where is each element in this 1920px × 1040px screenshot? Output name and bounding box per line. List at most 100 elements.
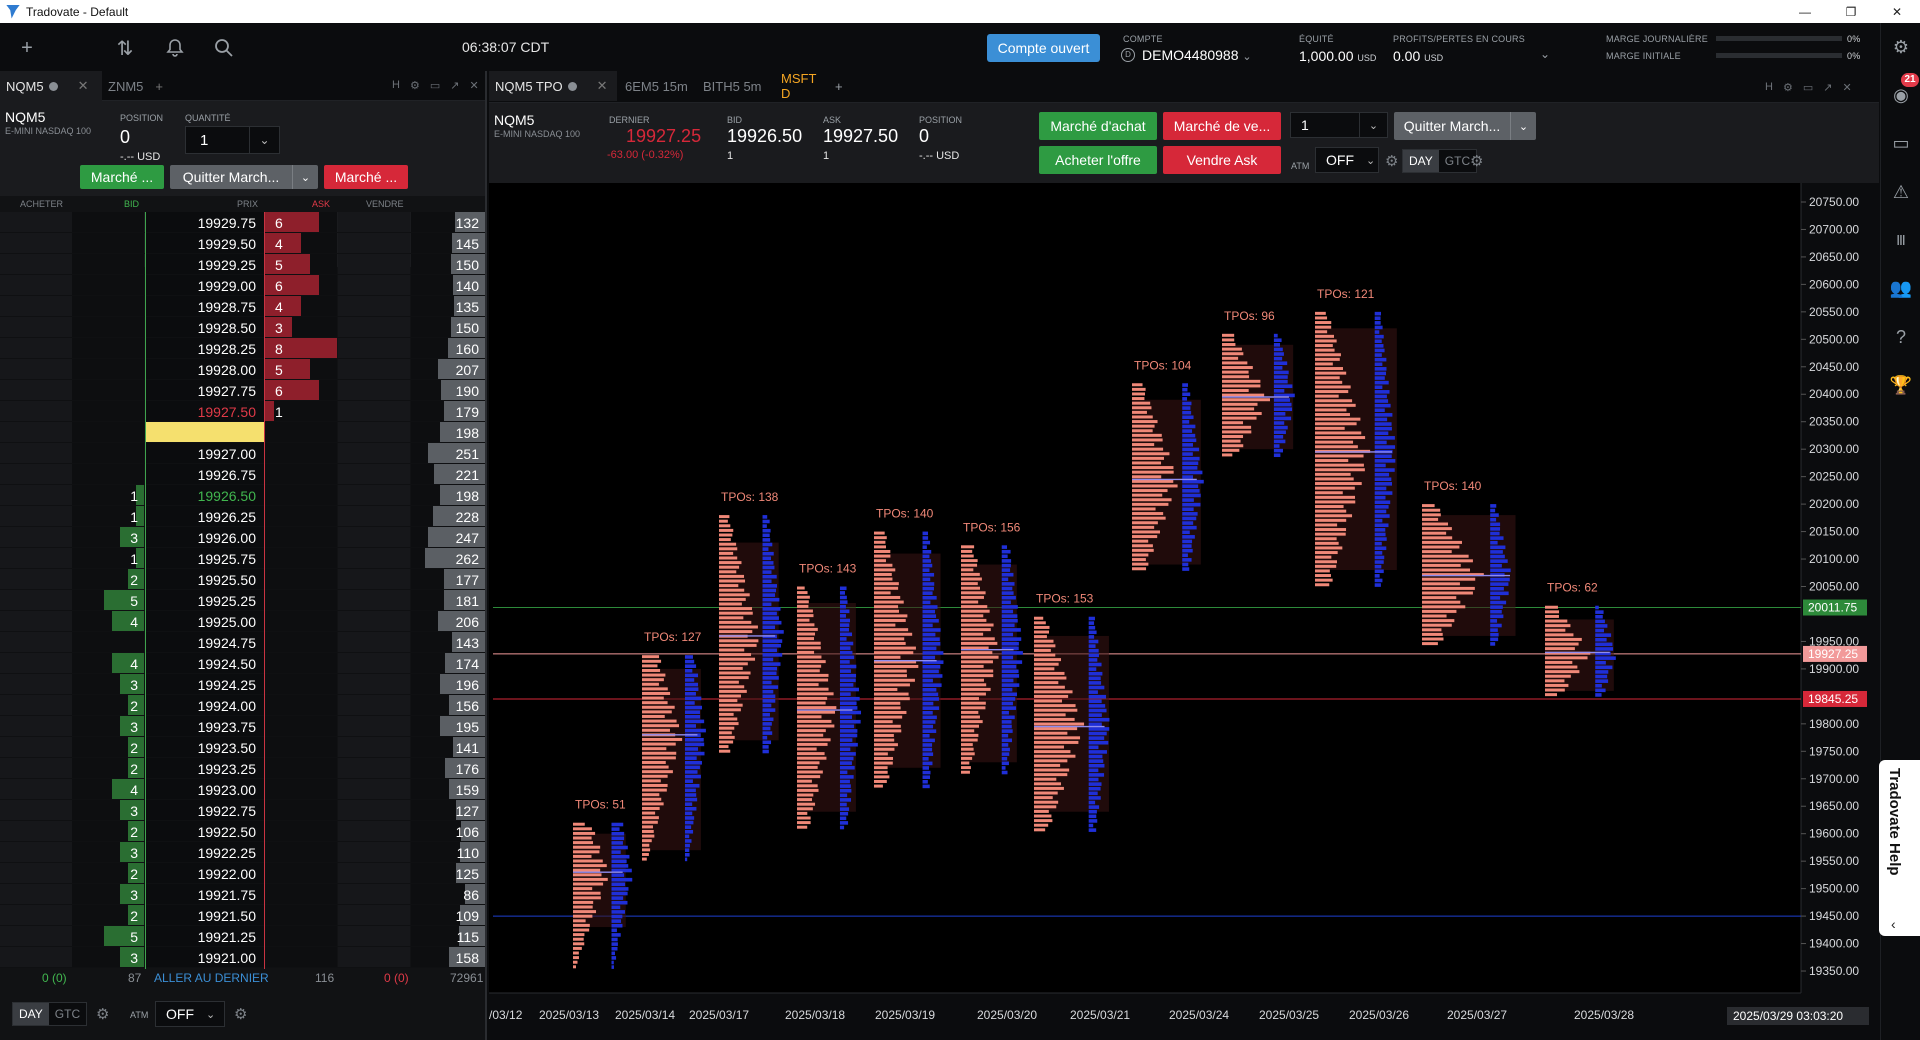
sell-cell[interactable]: [338, 716, 410, 736]
sell-cell[interactable]: [338, 737, 410, 757]
tpo-chart[interactable]: TPOs: 51TPOs: 127TPOs: 138TPOs: 143TPOs:…: [489, 183, 1879, 1040]
ladder-row[interactable]: 19929.25 5 150: [0, 254, 485, 275]
users-icon[interactable]: 👥: [1889, 276, 1913, 300]
buy-cell[interactable]: [0, 380, 72, 400]
ladder-row[interactable]: 3 19923.75 195: [0, 716, 485, 737]
bid-cell[interactable]: [72, 632, 144, 652]
sell-cell[interactable]: [338, 296, 410, 316]
popout-icon[interactable]: ↗: [1823, 81, 1832, 94]
bid-cell[interactable]: 4: [72, 653, 144, 673]
tab-msft[interactable]: MSFT D: [775, 71, 835, 101]
bid-cell[interactable]: [72, 275, 144, 295]
ladder-row[interactable]: 1 19926.50 198: [0, 485, 485, 506]
ask-cell[interactable]: 6: [265, 275, 337, 295]
sell-cell[interactable]: [338, 842, 410, 862]
buy-cell[interactable]: [0, 695, 72, 715]
ladder-row[interactable]: 4 19924.50 174: [0, 653, 485, 674]
chart-tif-gear-icon[interactable]: ⚙: [1470, 152, 1483, 170]
dom-sell-market-button[interactable]: Marché ...: [324, 165, 408, 189]
sell-ask-button[interactable]: Vendre Ask: [1163, 146, 1281, 174]
bid-cell[interactable]: 4: [72, 779, 144, 799]
sell-cell[interactable]: [338, 926, 410, 946]
dom-atm-gear-icon[interactable]: ⚙: [234, 1005, 247, 1023]
buy-cell[interactable]: [0, 464, 72, 484]
ladder-row[interactable]: 2 19923.50 141: [0, 737, 485, 758]
sell-cell[interactable]: [338, 401, 410, 421]
buy-cell[interactable]: [0, 590, 72, 610]
chart-quantity-input[interactable]: 1 ⌄: [1290, 112, 1388, 138]
bid-cell[interactable]: 3: [72, 842, 144, 862]
buy-cell[interactable]: [0, 443, 72, 463]
sell-cell[interactable]: [338, 422, 410, 442]
bid-cell[interactable]: [72, 401, 144, 421]
sell-cell[interactable]: [338, 212, 410, 232]
bid-cell[interactable]: [72, 233, 144, 253]
h-icon[interactable]: H: [392, 79, 400, 92]
ladder-row[interactable]: 3 19924.25 196: [0, 674, 485, 695]
account-select[interactable]: DEMO4480988 ⌄: [1142, 47, 1252, 63]
ask-cell[interactable]: [265, 548, 337, 568]
sell-cell[interactable]: [338, 443, 410, 463]
ladder-row[interactable]: 19927.50 1 179: [0, 401, 485, 422]
bid-cell[interactable]: 5: [72, 926, 144, 946]
sell-cell[interactable]: [338, 611, 410, 631]
buy-cell[interactable]: [0, 800, 72, 820]
ladder-row[interactable]: 4 19923.00 159: [0, 779, 485, 800]
bid-cell[interactable]: [72, 359, 144, 379]
buy-cell[interactable]: [0, 674, 72, 694]
sell-cell[interactable]: [338, 527, 410, 547]
sell-cell[interactable]: [338, 569, 410, 589]
sell-cell[interactable]: [338, 254, 410, 274]
bid-cell[interactable]: [72, 422, 144, 442]
ask-cell[interactable]: [265, 590, 337, 610]
ask-cell[interactable]: [265, 653, 337, 673]
bid-cell[interactable]: 3: [72, 674, 144, 694]
buy-cell[interactable]: [0, 317, 72, 337]
sell-cell[interactable]: [338, 821, 410, 841]
ladder-row[interactable]: 19927.75 6 190: [0, 380, 485, 401]
ladder-row[interactable]: 2 19922.00 125: [0, 863, 485, 884]
ladder-row[interactable]: 5 19925.25 181: [0, 590, 485, 611]
buy-cell[interactable]: [0, 359, 72, 379]
sell-cell[interactable]: [338, 674, 410, 694]
bid-cell[interactable]: 4: [72, 611, 144, 631]
chat-icon[interactable]: ▭: [1889, 131, 1913, 155]
add-tab-icon[interactable]: +: [829, 71, 849, 101]
trophy-icon[interactable]: 🏆: [1889, 373, 1913, 397]
ask-cell[interactable]: 5: [265, 254, 337, 274]
ladder-row[interactable]: 19929.00 6 140: [0, 275, 485, 296]
ask-cell[interactable]: [265, 443, 337, 463]
bid-cell[interactable]: [72, 464, 144, 484]
ask-cell[interactable]: [265, 905, 337, 925]
chevron-down-icon[interactable]: ⌄: [1510, 112, 1536, 140]
ladder-row[interactable]: 3 19921.00 158: [0, 947, 485, 968]
sell-market-button[interactable]: Marché de ve...: [1163, 112, 1281, 140]
chevron-down-icon[interactable]: ⌄: [292, 165, 318, 189]
ask-cell[interactable]: [265, 947, 337, 967]
maximize-button[interactable]: ❐: [1828, 0, 1874, 23]
ask-cell[interactable]: [265, 527, 337, 547]
gear-icon[interactable]: ⚙: [410, 79, 420, 92]
h-icon[interactable]: H: [1765, 81, 1773, 94]
bid-cell[interactable]: 3: [72, 800, 144, 820]
ask-cell[interactable]: [265, 569, 337, 589]
bid-cell[interactable]: [72, 443, 144, 463]
tab-nqm5-tpo[interactable]: NQM5 TPO ✕: [489, 71, 617, 101]
chevron-down-icon[interactable]: ⌄: [249, 127, 279, 153]
sell-cell[interactable]: [338, 779, 410, 799]
buy-cell[interactable]: [0, 947, 72, 967]
ask-cell[interactable]: [265, 485, 337, 505]
bid-cell[interactable]: 1: [72, 485, 144, 505]
buy-market-button[interactable]: Marché d'achat: [1039, 112, 1157, 140]
dom-tif-gtc[interactable]: GTC: [49, 1003, 86, 1025]
ask-cell[interactable]: [265, 506, 337, 526]
ladder-row[interactable]: 19926.75 221: [0, 464, 485, 485]
ask-cell[interactable]: [265, 737, 337, 757]
sell-cell[interactable]: [338, 905, 410, 925]
buy-cell[interactable]: [0, 779, 72, 799]
sell-cell[interactable]: [338, 485, 410, 505]
ask-cell[interactable]: 4: [265, 233, 337, 253]
close-icon[interactable]: ✕: [1842, 81, 1851, 94]
tab-znm5[interactable]: ZNM5 +: [102, 71, 172, 101]
ask-cell[interactable]: 6: [265, 212, 337, 232]
